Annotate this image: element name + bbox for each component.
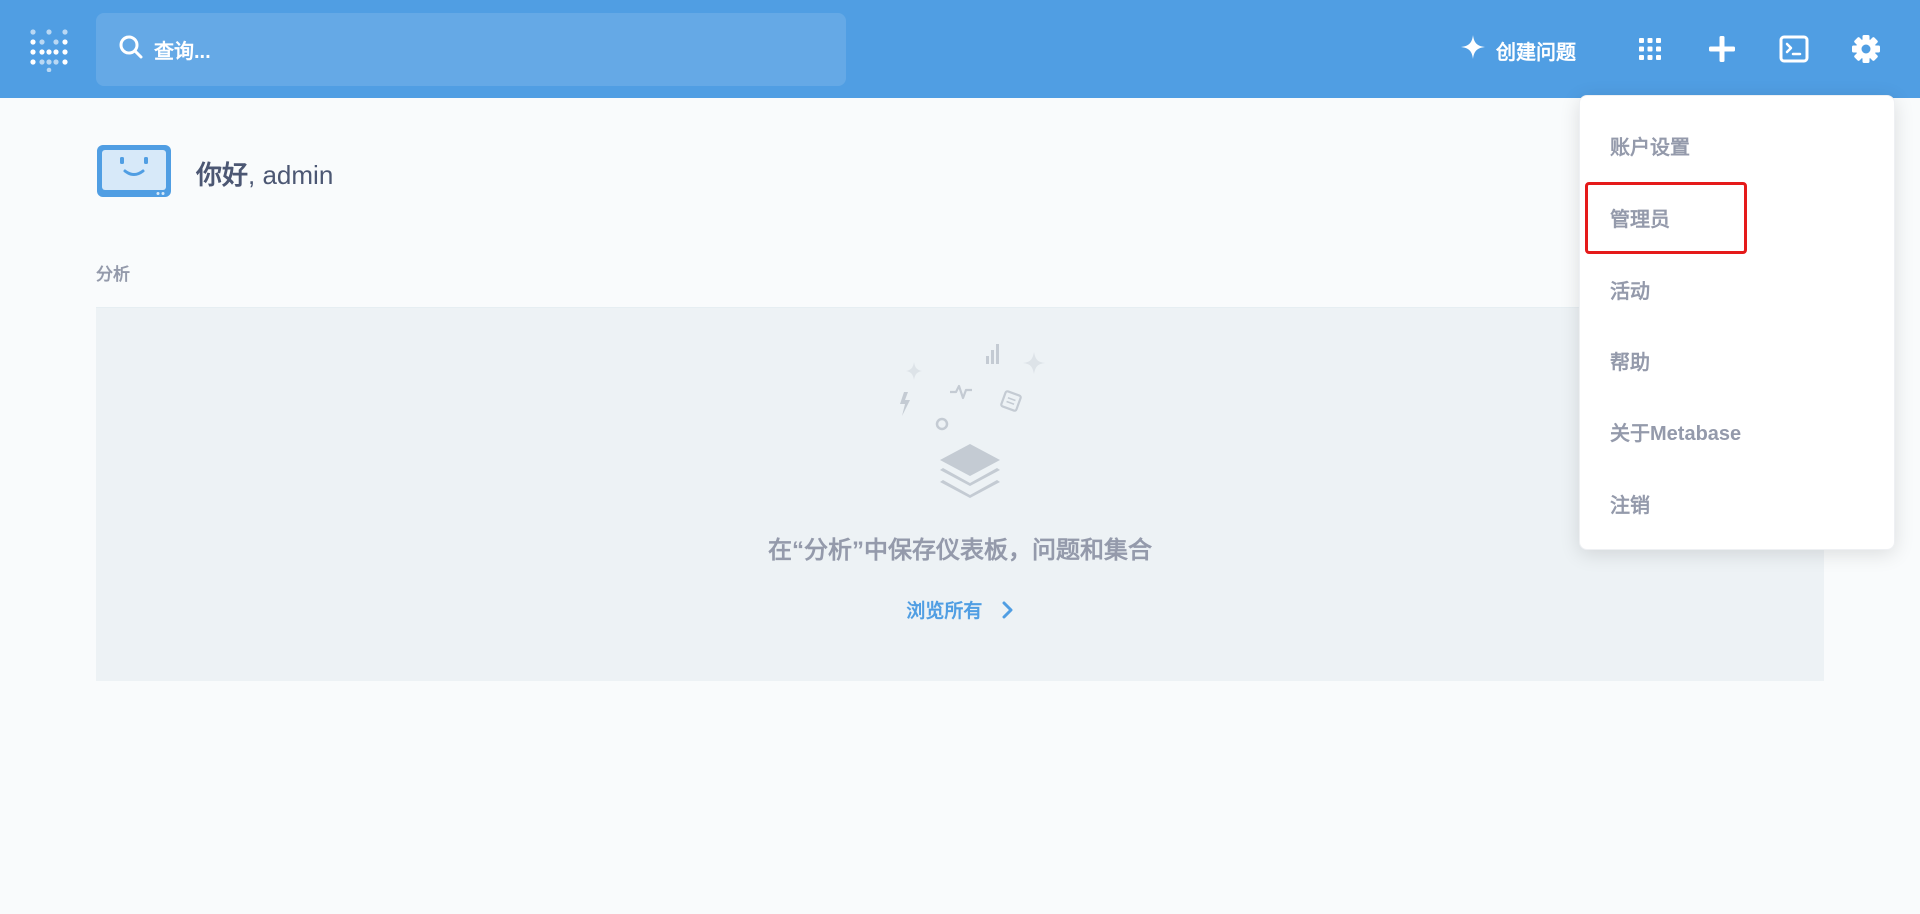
- plus-icon[interactable]: [1702, 29, 1742, 69]
- greeting-username: , admin: [248, 159, 334, 190]
- sql-editor-icon[interactable]: [1774, 29, 1814, 69]
- admin-highlight-box: [1585, 182, 1747, 254]
- metabot-icon: [96, 144, 172, 203]
- chevron-right-icon: [1002, 601, 1014, 625]
- menu-item-help[interactable]: 帮助: [1610, 345, 1650, 375]
- greeting-hello: 你好: [196, 159, 249, 190]
- menu-item-account-settings[interactable]: 账户设置: [1610, 130, 1690, 160]
- search-bar[interactable]: 查询...: [96, 13, 846, 86]
- greeting: 你好, admin: [96, 144, 333, 203]
- settings-menu: 账户设置 管理员 活动 帮助 关于Metabase 注销: [1579, 95, 1895, 550]
- greeting-text: 你好, admin: [196, 155, 333, 192]
- browse-all-link[interactable]: 浏览所有: [96, 596, 1824, 625]
- menu-item-activity[interactable]: 活动: [1610, 274, 1650, 304]
- new-question-button[interactable]: 创建问题: [1460, 31, 1576, 69]
- logo-icon: [30, 29, 68, 72]
- section-title: 分析: [96, 265, 130, 284]
- browse-all-label: 浏览所有: [906, 601, 983, 622]
- empty-state-illustration: [880, 344, 1060, 519]
- menu-item-about[interactable]: 关于Metabase: [1610, 416, 1741, 446]
- grid-icon[interactable]: [1630, 29, 1670, 69]
- search-placeholder: 查询...: [154, 41, 211, 63]
- gear-icon[interactable]: [1846, 29, 1886, 69]
- search-icon: [118, 34, 144, 65]
- empty-state-message: 在“分析”中保存仪表板，问题和集合: [768, 537, 1152, 564]
- top-nav: 查询... 创建问题: [0, 0, 1920, 98]
- empty-state-panel: 在“分析”中保存仪表板，问题和集合 浏览所有: [96, 307, 1824, 681]
- new-question-label: 创建问题: [1496, 41, 1576, 64]
- metabase-logo[interactable]: [24, 24, 74, 74]
- sparkle-icon: [1460, 34, 1486, 66]
- menu-item-logout[interactable]: 注销: [1610, 488, 1650, 518]
